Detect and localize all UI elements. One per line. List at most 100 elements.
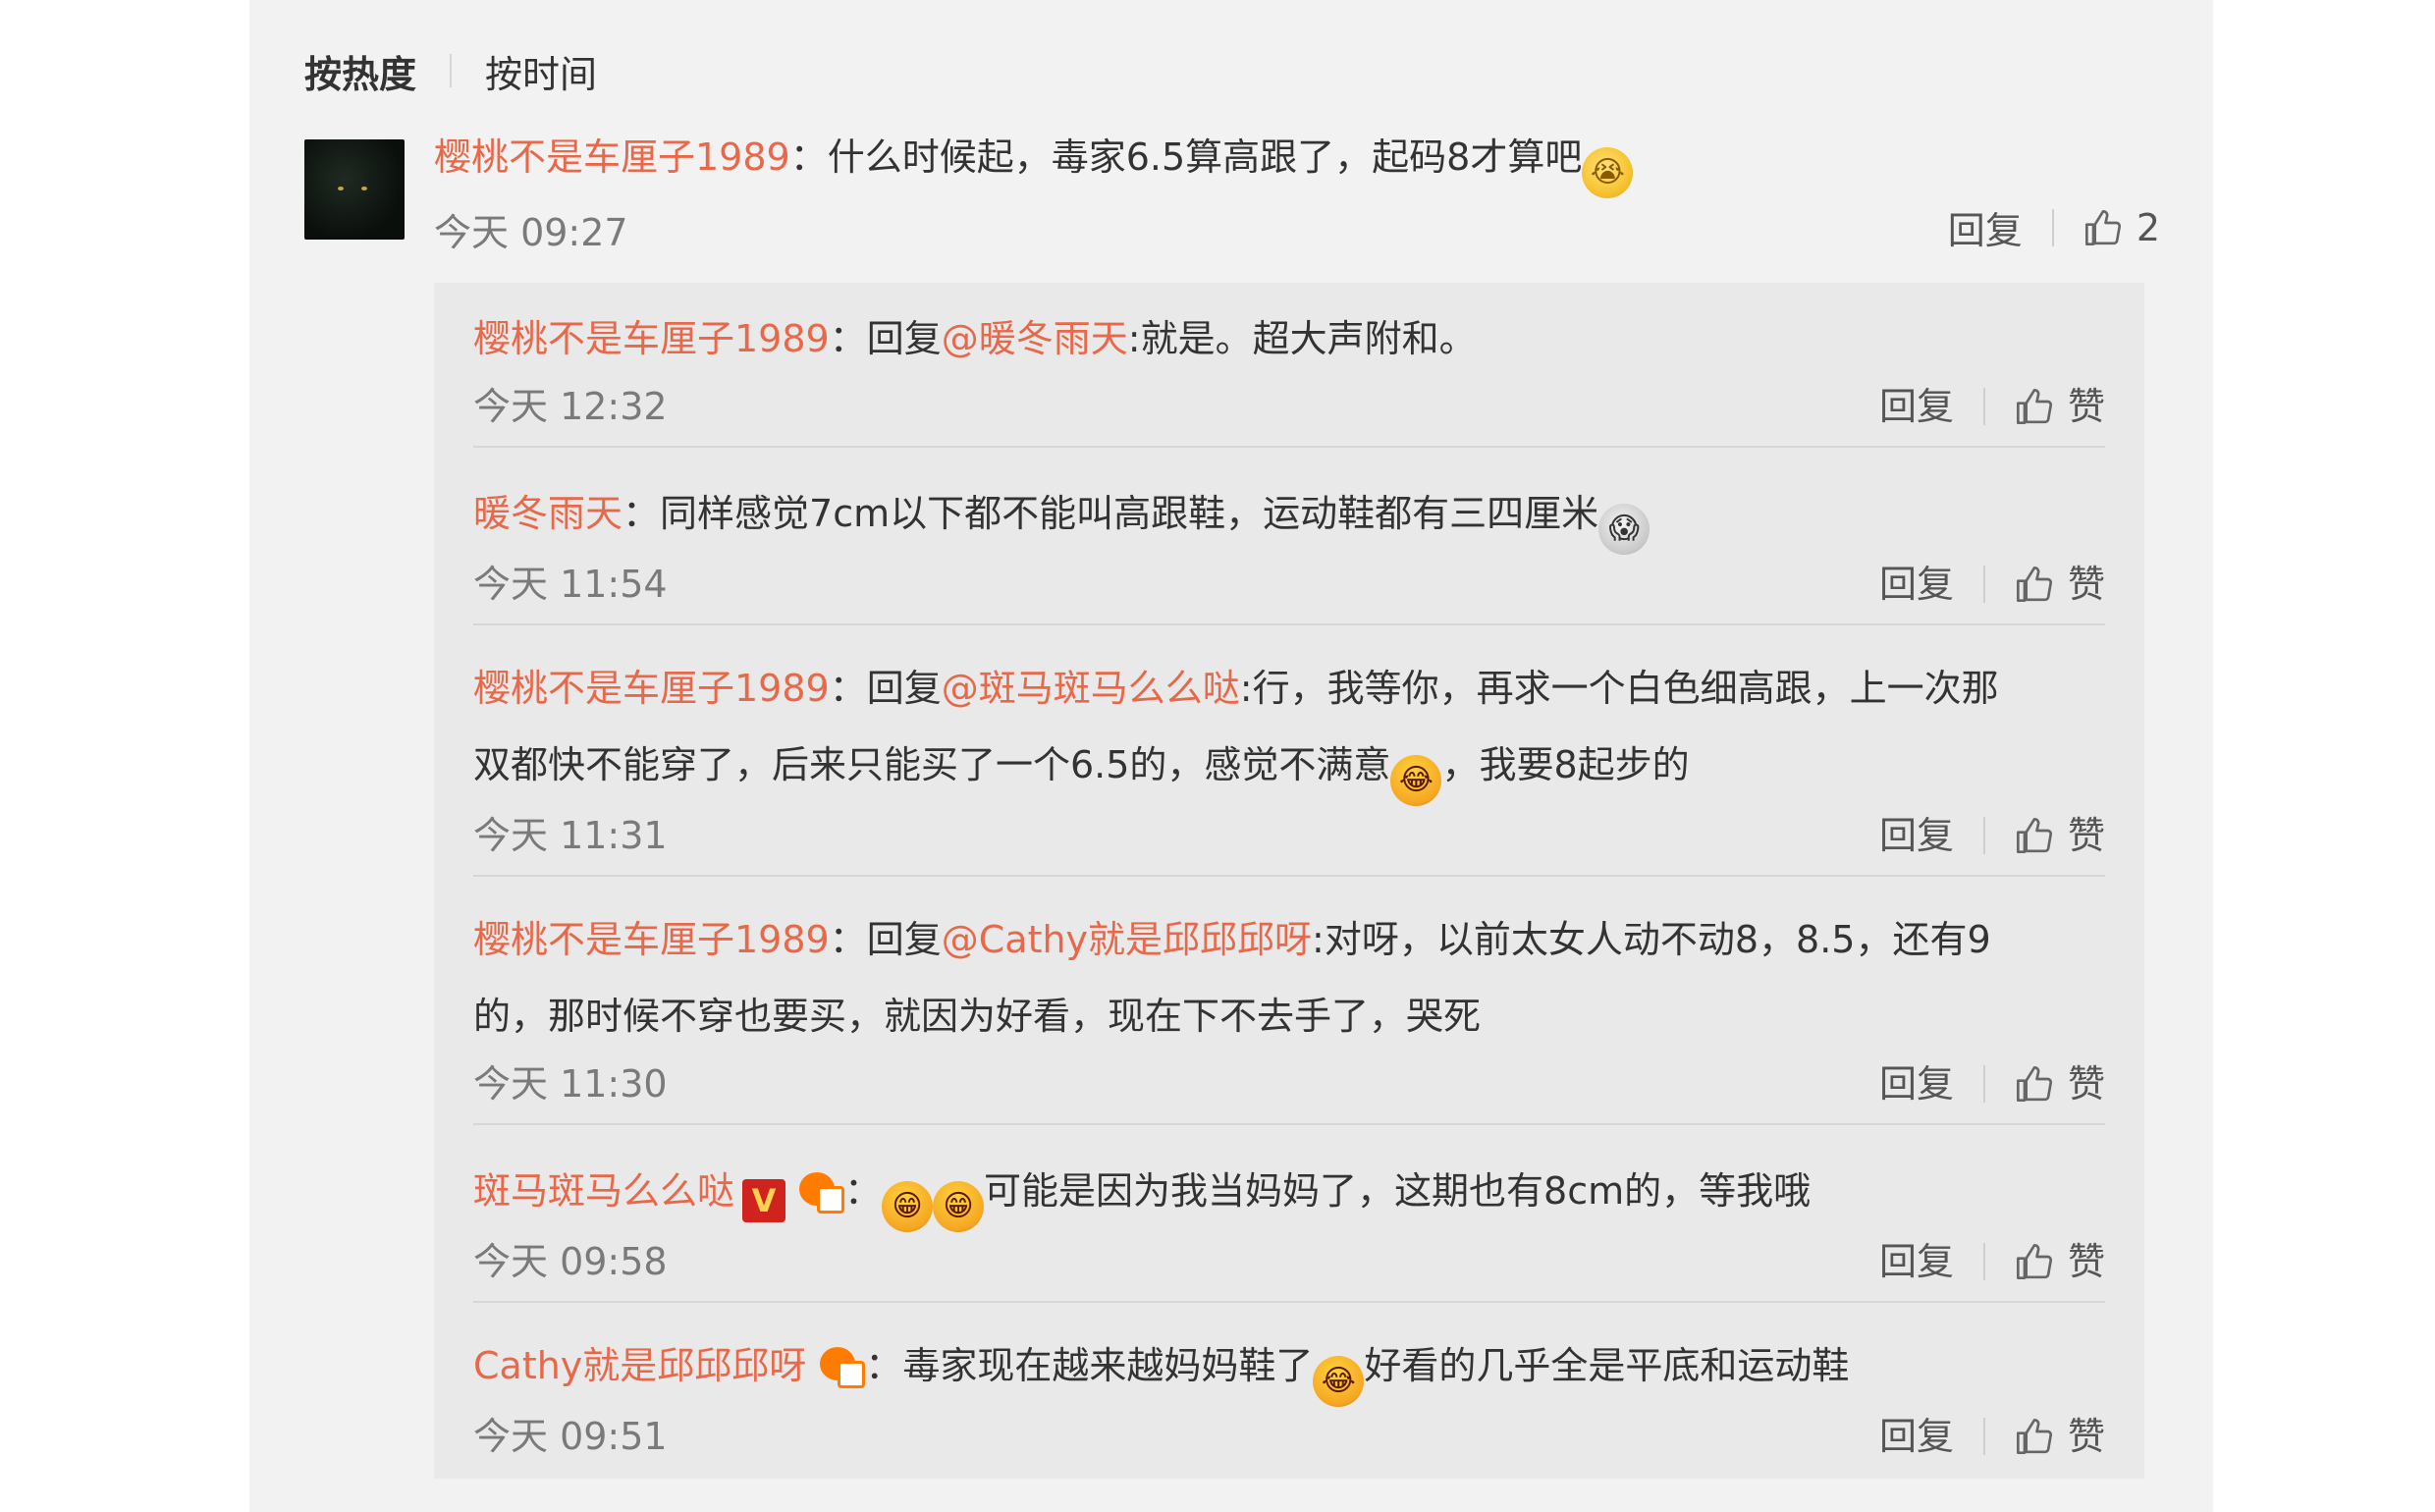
reply-username[interactable]: 斑马斑马么么哒 — [473, 1169, 734, 1213]
comments-panel: 按热度 按时间 樱桃不是车厘子1989：什么时候起，毒家6.5算高跟了，起码8才… — [249, 0, 2213, 1512]
comment-timestamp: 今天 09:27 — [434, 211, 628, 254]
mention-link[interactable]: @暖冬雨天 — [942, 317, 1128, 360]
comment-body: 什么时候起，毒家6.5算高跟了，起码8才算吧 — [827, 135, 1583, 179]
member-crown-icon[interactable] — [816, 1343, 866, 1388]
reply-actions: 回复 赞 — [1879, 1407, 2105, 1466]
action-divider — [1982, 566, 1985, 603]
reply-button[interactable]: 回复 — [1879, 555, 1954, 614]
reply-text: 斑马斑马么么哒 V： 😁 😁 可能是因为我当妈妈了，这期也有8cm的，等我哦 — [473, 1153, 2105, 1232]
action-divider — [1982, 817, 1985, 854]
like-count: 2 — [2136, 205, 2160, 249]
action-divider — [1982, 388, 1985, 425]
thumbs-up-icon[interactable] — [2083, 208, 2123, 247]
action-divider — [1982, 1418, 1985, 1455]
reply-item: 樱桃不是车厘子1989：回复@暖冬雨天:就是。超大声附和。 今天 12:32 回… — [473, 300, 2105, 448]
thumbs-up-icon[interactable] — [2015, 1064, 2054, 1104]
colon: ： — [865, 1344, 903, 1387]
reply-username[interactable]: 樱桃不是车厘子1989 — [473, 317, 830, 360]
reply-body: 毒家现在越来越妈妈鞋了 — [902, 1344, 1314, 1387]
laughing-tears-emoji-icon: 😂 — [1313, 1356, 1365, 1407]
reply-button[interactable]: 回复 — [1879, 806, 1954, 865]
mention-link[interactable]: @斑马斑马么么哒 — [942, 667, 1240, 710]
reply-prefix: 回复 — [866, 918, 942, 961]
laughing-tears-emoji-icon: 😂 — [1390, 755, 1442, 806]
laughing-emoji-icon: 😁 — [882, 1181, 934, 1232]
reply-body-cont: 好看的几乎全是平底和运动鞋 — [1364, 1344, 1850, 1387]
reply-username[interactable]: 暖冬雨天 — [473, 492, 622, 535]
reply-body: :行，我等你，再求一个白色细高跟，上一次那 — [1239, 667, 1999, 710]
like-button[interactable]: 赞 — [2068, 1407, 2105, 1466]
thumbs-up-icon[interactable] — [2015, 565, 2054, 604]
member-crown-icon[interactable] — [795, 1168, 845, 1214]
reply-button[interactable]: 回复 — [1879, 1054, 1954, 1113]
comment-text: 樱桃不是车厘子1989：什么时候起，毒家6.5算高跟了，起码8才算吧 😭 — [434, 134, 1634, 198]
avatar[interactable] — [304, 139, 405, 240]
colon: ： — [829, 918, 867, 961]
comment-username[interactable]: 樱桃不是车厘子1989 — [434, 135, 790, 179]
reply-body-cont: 的，那时候不穿也要买，就因为好看，现在下不去手了，哭死 — [473, 995, 1482, 1038]
reply-timestamp: 今天 11:30 — [473, 1062, 668, 1106]
reply-text: Cathy就是邱邱邱呀 ：毒家现在越来越妈妈鞋了 😂 好看的几乎全是平底和运动鞋 — [473, 1327, 2105, 1407]
thumbs-up-icon[interactable] — [2015, 816, 2054, 855]
reply-item: 樱桃不是车厘子1989：回复@Cathy就是邱邱邱呀:对呀，以前太女人动不动8，… — [473, 901, 2105, 1125]
colon: ： — [829, 317, 867, 360]
reply-list: 樱桃不是车厘子1989：回复@暖冬雨天:就是。超大声附和。 今天 12:32 回… — [434, 283, 2144, 1479]
action-divider — [1982, 1243, 1985, 1280]
shocked-emoji-icon: 😱 — [1598, 504, 1650, 555]
reply-actions: 回复 赞 — [1879, 1054, 2105, 1113]
verified-v-icon[interactable]: V — [742, 1179, 786, 1222]
sort-bar: 按热度 按时间 — [304, 43, 597, 98]
reply-text: 樱桃不是车厘子1989：回复@斑马斑马么么哒:行，我等你，再求一个白色细高跟，上… — [473, 650, 2105, 806]
sort-by-hot[interactable]: 按热度 — [304, 44, 416, 98]
reply-item: 樱桃不是车厘子1989：回复@斑马斑马么么哒:行，我等你，再求一个白色细高跟，上… — [473, 650, 2105, 877]
reply-username[interactable]: Cathy就是邱邱邱呀 — [473, 1344, 806, 1387]
like-button[interactable]: 赞 — [2068, 555, 2105, 614]
reply-username[interactable]: 樱桃不是车厘子1989 — [473, 918, 830, 961]
thumbs-up-icon[interactable] — [2015, 387, 2054, 426]
thumbs-up-icon[interactable] — [2015, 1417, 2054, 1456]
reply-button[interactable]: 回复 — [1879, 1232, 1954, 1291]
thumbs-up-icon[interactable] — [2015, 1242, 2054, 1281]
reply-actions: 回复 赞 — [1879, 377, 2105, 436]
colon: ： — [622, 492, 661, 535]
reply-button[interactable]: 回复 — [1879, 1407, 1954, 1466]
reply-body-end: ，我要8起步的 — [1441, 743, 1690, 786]
colon: ： — [789, 135, 828, 179]
like-button[interactable]: 赞 — [2068, 806, 2105, 865]
colon: ： — [844, 1169, 883, 1213]
reply-text: 樱桃不是车厘子1989：回复@暖冬雨天:就是。超大声附和。 — [473, 300, 2105, 377]
reply-prefix: 回复 — [866, 667, 942, 710]
reply-actions: 回复 赞 — [1879, 1232, 2105, 1291]
reply-timestamp: 今天 12:32 — [473, 385, 668, 428]
reply-timestamp: 今天 11:31 — [473, 814, 668, 857]
reply-item: 斑马斑马么么哒 V： 😁 😁 可能是因为我当妈妈了，这期也有8cm的，等我哦 今天 09… — [473, 1153, 2105, 1303]
reply-body: :就是。超大声附和。 — [1127, 317, 1477, 360]
reply-actions: 回复 赞 — [1879, 806, 2105, 865]
reply-body-cont: 双都快不能穿了，后来只能买了一个6.5的，感觉不满意 — [473, 743, 1391, 786]
reply-button[interactable]: 回复 — [1948, 200, 2023, 254]
reply-item: Cathy就是邱邱邱呀 ：毒家现在越来越妈妈鞋了 😂 好看的几乎全是平底和运动鞋 今天… — [473, 1327, 2105, 1476]
comment-actions: 回复 2 — [1948, 200, 2160, 254]
like-button[interactable]: 赞 — [2068, 1232, 2105, 1291]
reply-body: 同样感觉7cm以下都不能叫高跟鞋，运动鞋都有三四厘米 — [660, 492, 1599, 535]
reply-body: 可能是因为我当妈妈了，这期也有8cm的，等我哦 — [984, 1169, 1812, 1213]
reply-text: 暖冬雨天：同样感觉7cm以下都不能叫高跟鞋，运动鞋都有三四厘米 😱 — [473, 475, 2105, 555]
reply-prefix: 回复 — [866, 317, 942, 360]
reply-button[interactable]: 回复 — [1879, 377, 1954, 436]
reply-item: 暖冬雨天：同样感觉7cm以下都不能叫高跟鞋，运动鞋都有三四厘米 😱 今天 11:5… — [473, 475, 2105, 625]
mention-link[interactable]: @Cathy就是邱邱邱呀 — [942, 918, 1312, 961]
reply-username[interactable]: 樱桃不是车厘子1989 — [473, 667, 830, 710]
main-comment: 樱桃不是车厘子1989：什么时候起，毒家6.5算高跟了，起码8才算吧 😭 今天 0… — [304, 134, 2160, 271]
reply-actions: 回复 赞 — [1879, 555, 2105, 614]
reply-text: 樱桃不是车厘子1989：回复@Cathy就是邱邱邱呀:对呀，以前太女人动不动8，… — [473, 901, 2105, 1054]
reply-timestamp: 今天 11:54 — [473, 563, 668, 606]
action-divider — [2051, 208, 2054, 246]
sort-by-time[interactable]: 按时间 — [485, 44, 597, 98]
like-button[interactable]: 赞 — [2068, 1054, 2105, 1113]
like-button[interactable]: 赞 — [2068, 377, 2105, 436]
reply-timestamp: 今天 09:58 — [473, 1240, 668, 1283]
sort-divider — [450, 54, 453, 87]
action-divider — [1982, 1065, 1985, 1103]
cry-emoji-icon: 😭 — [1582, 147, 1634, 198]
colon: ： — [829, 667, 867, 710]
